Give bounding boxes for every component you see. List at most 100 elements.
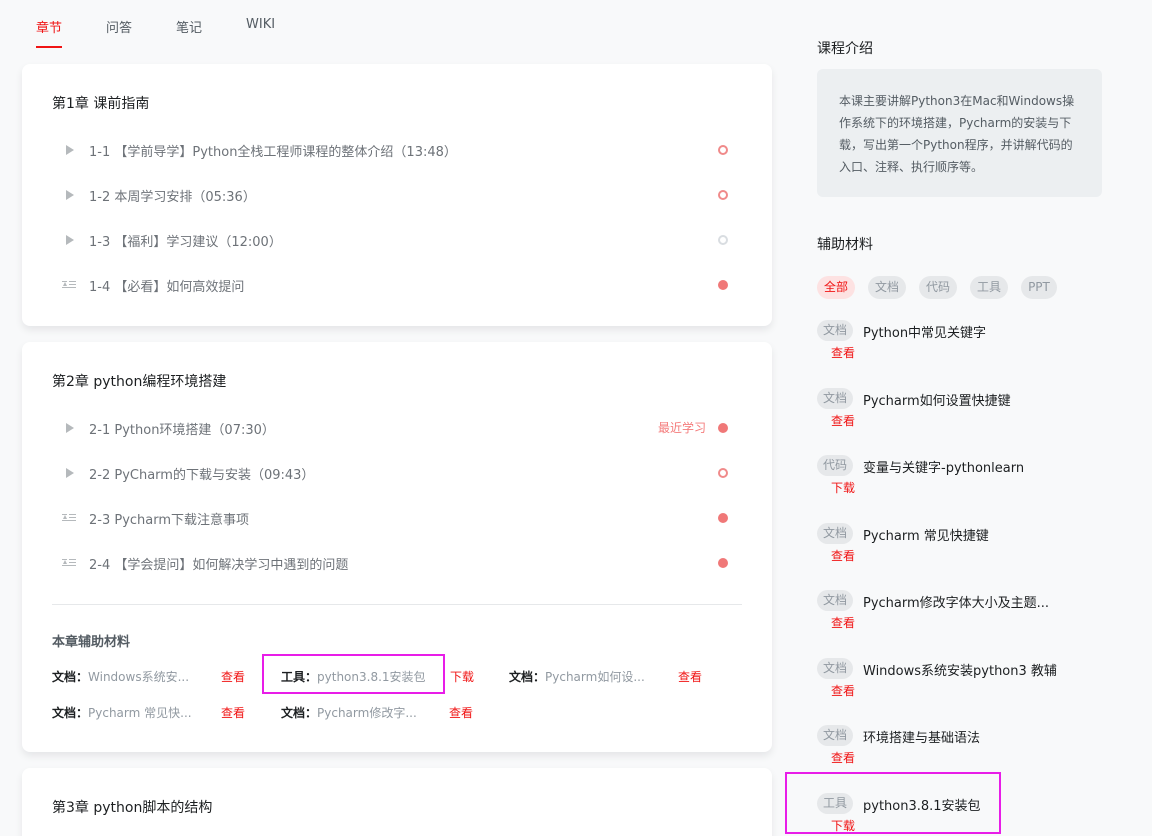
view-button[interactable]: 查看 bbox=[221, 704, 245, 721]
progress-full-icon bbox=[718, 423, 728, 433]
chapter-title: 第2章 python编程环境搭建 bbox=[52, 374, 227, 390]
resource-tag: 文档 bbox=[817, 320, 854, 341]
resource-tag: 文档 bbox=[817, 388, 854, 409]
filter-all[interactable]: 全部 bbox=[817, 276, 856, 299]
resource-item: 文档 Pycharm修改字体大小及主题... 查看 bbox=[817, 590, 1107, 630]
progress-full-icon bbox=[718, 558, 728, 568]
chapter-materials-title: 本章辅助材料 bbox=[52, 635, 131, 650]
resource-item: 工具 python3.8.1安装包 下载 bbox=[817, 793, 1107, 833]
resource-tag: 文档 bbox=[817, 523, 854, 544]
progress-half-icon bbox=[718, 145, 728, 155]
resource-item: 代码 变量与关键字-pythonlearn 下载 bbox=[817, 455, 1107, 495]
lesson-item[interactable]: 2-4 【学会提问】如何解决学习中遇到的问题 bbox=[62, 553, 742, 573]
lesson-title: 2-4 【学会提问】如何解决学习中遇到的问题 bbox=[89, 557, 349, 573]
material-item[interactable]: 文档：Pycharm如何设... bbox=[509, 668, 645, 685]
lesson-title: 1-1 【学前导学】Python全栈工程师课程的整体介绍（13:48） bbox=[89, 144, 457, 160]
resource-name: Windows系统安装python3 教辅 bbox=[863, 664, 1057, 679]
resource-tag: 文档 bbox=[817, 658, 854, 679]
view-button[interactable]: 查看 bbox=[831, 614, 855, 631]
lesson-item[interactable]: 1-3 【福利】学习建议（12:00） bbox=[62, 230, 742, 250]
material-type: 文档： bbox=[281, 706, 318, 720]
lesson-title: 1-2 本周学习安排（05:36） bbox=[89, 189, 256, 205]
view-button[interactable]: 查看 bbox=[449, 704, 473, 721]
resource-item: 文档 Windows系统安装python3 教辅 查看 bbox=[817, 658, 1107, 698]
lesson-item[interactable]: 1-2 本周学习安排（05:36） bbox=[62, 185, 742, 205]
view-button[interactable]: 查看 bbox=[831, 412, 855, 429]
resource-item: 文档 Python中常见关键字 查看 bbox=[817, 320, 1107, 360]
resource-name: Pycharm修改字体大小及主题... bbox=[863, 596, 1050, 611]
divider bbox=[52, 604, 742, 605]
material-item[interactable]: 文档：Windows系统安... bbox=[52, 668, 189, 685]
download-button[interactable]: 下载 bbox=[831, 817, 855, 834]
material-name: Windows系统安... bbox=[88, 670, 190, 684]
material-type: 文档： bbox=[52, 706, 89, 720]
filter-code[interactable]: 代码 bbox=[919, 276, 958, 299]
progress-full-icon bbox=[718, 280, 728, 290]
download-button[interactable]: 下载 bbox=[831, 479, 855, 496]
lesson-title: 2-3 Pycharm下载注意事项 bbox=[89, 512, 250, 528]
view-button[interactable]: 查看 bbox=[831, 682, 855, 699]
lesson-item[interactable]: 2-3 Pycharm下载注意事项 bbox=[62, 508, 742, 528]
material-name: python3.8.1安装包 bbox=[317, 670, 426, 684]
view-button[interactable]: 查看 bbox=[678, 668, 702, 685]
resource-tag: 工具 bbox=[817, 793, 854, 814]
course-intro-title: 课程介绍 bbox=[817, 41, 873, 57]
view-button[interactable]: 查看 bbox=[831, 749, 855, 766]
progress-half-icon bbox=[718, 468, 728, 478]
tab-notes[interactable]: 笔记 bbox=[176, 0, 202, 50]
material-type: 工具： bbox=[281, 670, 318, 684]
view-button[interactable]: 查看 bbox=[221, 668, 245, 685]
resource-name: Python中常见关键字 bbox=[863, 326, 987, 341]
resource-name: python3.8.1安装包 bbox=[863, 799, 981, 814]
chapter-card: 第3章 python脚本的结构 bbox=[22, 768, 772, 836]
resource-tag: 文档 bbox=[817, 590, 854, 611]
filter-ppt[interactable]: PPT bbox=[1021, 276, 1057, 299]
material-name: Pycharm如何设... bbox=[545, 670, 645, 684]
resource-name: Pycharm如何设置快捷键 bbox=[863, 394, 1011, 409]
course-tabs: 章节 问答 笔记 WIKI bbox=[36, 0, 319, 50]
material-type: 文档： bbox=[509, 670, 546, 684]
chapter-card: 第1章 课前指南 1-1 【学前导学】Python全栈工程师课程的整体介绍（13… bbox=[22, 64, 772, 326]
play-icon bbox=[62, 145, 76, 155]
view-button[interactable]: 查看 bbox=[831, 547, 855, 564]
chapter-card: 第2章 python编程环境搭建 2-1 Python环境搭建（07:30） 最… bbox=[22, 342, 772, 752]
material-item[interactable]: 文档：Pycharm 常见快... bbox=[52, 704, 192, 721]
material-name: Pycharm 常见快... bbox=[88, 706, 192, 720]
material-name: Pycharm修改字... bbox=[317, 706, 417, 720]
play-icon bbox=[62, 190, 76, 200]
resource-name: 变量与关键字-pythonlearn bbox=[863, 461, 1025, 476]
lesson-item[interactable]: 1-4 【必看】如何高效提问 bbox=[62, 275, 742, 295]
tab-wiki[interactable]: WIKI bbox=[246, 0, 275, 50]
document-icon bbox=[62, 513, 76, 523]
material-item[interactable]: 文档：Pycharm修改字... bbox=[281, 704, 417, 721]
resource-item: 文档 环境搭建与基础语法 查看 bbox=[817, 725, 1107, 765]
resource-item: 文档 Pycharm 常见快捷键 查看 bbox=[817, 523, 1107, 563]
filter-tools[interactable]: 工具 bbox=[970, 276, 1009, 299]
course-intro-text: 本课主要讲解Python3在Mac和Windows操作系统下的环境搭建，Pych… bbox=[817, 69, 1102, 197]
document-icon bbox=[62, 558, 76, 568]
lesson-title: 2-2 PyCharm的下载与安装（09:43） bbox=[89, 467, 315, 483]
lesson-title: 2-1 Python环境搭建（07:30） bbox=[89, 422, 275, 438]
resource-tag: 文档 bbox=[817, 725, 854, 746]
lesson-title: 1-3 【福利】学习建议（12:00） bbox=[89, 234, 282, 250]
lesson-item[interactable]: 2-1 Python环境搭建（07:30） 最近学习 bbox=[62, 418, 742, 438]
tab-qa[interactable]: 问答 bbox=[106, 0, 132, 50]
material-item[interactable]: 工具：python3.8.1安装包 bbox=[281, 668, 426, 685]
progress-full-icon bbox=[718, 513, 728, 523]
resource-item: 文档 Pycharm如何设置快捷键 查看 bbox=[817, 388, 1107, 428]
download-button[interactable]: 下载 bbox=[450, 668, 474, 685]
lesson-item[interactable]: 2-2 PyCharm的下载与安装（09:43） bbox=[62, 463, 742, 483]
play-icon bbox=[62, 235, 76, 245]
lesson-item[interactable]: 1-1 【学前导学】Python全栈工程师课程的整体介绍（13:48） bbox=[62, 140, 742, 160]
chapter-title: 第1章 课前指南 bbox=[52, 96, 150, 112]
view-button[interactable]: 查看 bbox=[831, 344, 855, 361]
filter-docs[interactable]: 文档 bbox=[868, 276, 907, 299]
resource-name: Pycharm 常见快捷键 bbox=[863, 529, 989, 544]
resource-tag: 代码 bbox=[817, 455, 854, 476]
play-icon bbox=[62, 423, 76, 433]
material-filters: 全部 文档 代码 工具 PPT bbox=[817, 276, 1070, 299]
recent-study-badge: 最近学习 bbox=[657, 421, 706, 435]
progress-half-icon bbox=[718, 190, 728, 200]
tab-chapters[interactable]: 章节 bbox=[36, 0, 63, 50]
resource-name: 环境搭建与基础语法 bbox=[863, 731, 981, 746]
